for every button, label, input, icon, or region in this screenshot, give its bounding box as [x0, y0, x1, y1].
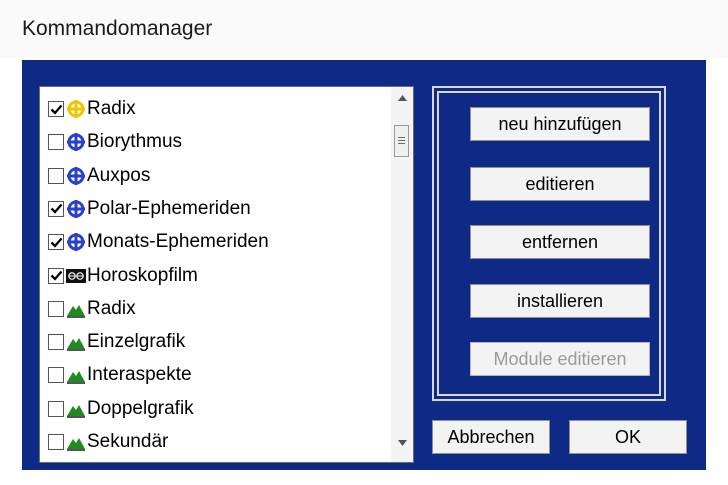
- list-item[interactable]: Radix: [48, 294, 136, 324]
- scroll-up-arrow[interactable]: [391, 87, 413, 109]
- checkbox-unchecked[interactable]: [48, 167, 64, 184]
- list-item[interactable]: Interaspekte: [48, 360, 192, 390]
- list-item-label: Interaspekte: [87, 364, 192, 386]
- remove-button[interactable]: entfernen: [470, 225, 650, 259]
- list-item-label: Radix: [87, 297, 136, 319]
- green-mountain-icon: [66, 332, 86, 352]
- blue-astro-wheel-icon: [66, 199, 86, 219]
- chevron-up-icon: [397, 95, 407, 101]
- list-item-label: Polar-Ephemeriden: [87, 197, 251, 219]
- checkbox-checked[interactable]: [48, 101, 64, 117]
- blue-astro-wheel-icon: [66, 232, 86, 252]
- blue-astro-wheel-icon: [66, 166, 86, 186]
- film-icon: [66, 266, 86, 286]
- checkbox-unchecked[interactable]: [48, 300, 64, 317]
- list-item[interactable]: Sekundär: [48, 427, 168, 457]
- chevron-down-icon: [397, 440, 407, 446]
- yellow-astro-wheel-icon: [66, 99, 86, 119]
- green-mountain-icon: [66, 365, 86, 385]
- list-item-label: Biorythmus: [87, 131, 183, 153]
- list-item[interactable]: Monats-Ephemeriden: [48, 227, 269, 257]
- list-item-label: Auxpos: [87, 164, 151, 186]
- list-item[interactable]: Auxpos: [48, 161, 150, 191]
- dialog-window: Kommandomanager Sekundär Doppelgrafik Inte…: [0, 0, 728, 485]
- list-item-label: Doppelgrafik: [87, 397, 194, 419]
- title-bar[interactable]: Kommandomanager: [0, 0, 728, 58]
- checkbox-checked[interactable]: [48, 200, 64, 217]
- checkbox-unchecked[interactable]: [48, 134, 64, 151]
- green-mountain-icon: [66, 432, 86, 452]
- list-item-label: Monats-Ephemeriden: [87, 231, 269, 253]
- edit-button[interactable]: editieren: [470, 167, 650, 201]
- green-mountain-icon: [66, 399, 86, 419]
- checkbox-checked[interactable]: [48, 267, 64, 284]
- checkbox-unchecked[interactable]: [48, 367, 64, 384]
- edit-modules-button[interactable]: Module editieren: [470, 342, 650, 376]
- checkbox-checked[interactable]: [48, 234, 64, 251]
- add-new-button[interactable]: neu hinzufügen: [470, 107, 650, 141]
- install-button[interactable]: installieren: [470, 284, 650, 318]
- blue-astro-wheel-icon: [66, 132, 86, 152]
- list-item[interactable]: Biorythmus: [48, 127, 182, 157]
- list-item-label: Einzelgrafik: [87, 331, 186, 353]
- list-item-label: Radix: [87, 98, 136, 119]
- list-item-label: Horoskopfilm: [87, 264, 198, 286]
- list-item-label: Sekundär: [87, 431, 169, 452]
- list-item[interactable]: Einzelgrafik: [48, 327, 185, 357]
- checkbox-unchecked[interactable]: [48, 334, 64, 351]
- green-mountain-icon: [66, 299, 86, 319]
- scroll-down-arrow[interactable]: [391, 432, 413, 454]
- window-title: Kommandomanager: [22, 17, 213, 40]
- cancel-button[interactable]: Abbrechen: [432, 420, 550, 454]
- ok-button[interactable]: OK: [569, 420, 687, 454]
- list-item[interactable]: Radix: [48, 94, 136, 124]
- list-item[interactable]: Polar-Ephemeriden: [48, 194, 251, 224]
- checkbox-unchecked[interactable]: [48, 400, 64, 417]
- scrollbar-thumb[interactable]: [394, 125, 409, 157]
- checkbox-unchecked[interactable]: [48, 434, 64, 450]
- command-list[interactable]: Sekundär Doppelgrafik Interaspekte Einzelgr…: [39, 86, 414, 463]
- list-item[interactable]: Horoskopfilm: [48, 261, 198, 291]
- vertical-scrollbar[interactable]: [391, 87, 413, 462]
- list-item[interactable]: Doppelgrafik: [48, 394, 194, 424]
